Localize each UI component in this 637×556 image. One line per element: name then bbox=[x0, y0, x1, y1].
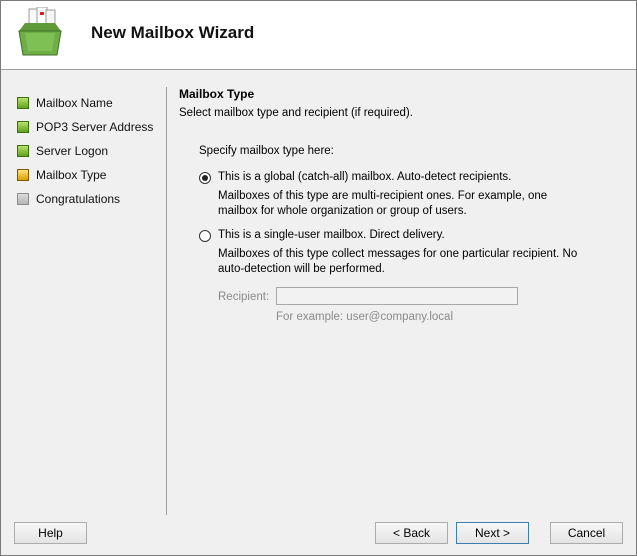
wizard-steps: Mailbox Name POP3 Server Address Server … bbox=[17, 91, 153, 211]
step-done-icon bbox=[17, 121, 29, 133]
cancel-button[interactable]: Cancel bbox=[550, 522, 623, 544]
wizard-header: New Mailbox Wizard bbox=[1, 1, 636, 70]
recipient-label: Recipient: bbox=[218, 291, 270, 303]
specify-label: Specify mailbox type here: bbox=[199, 145, 334, 157]
step-label: Mailbox Name bbox=[36, 96, 113, 110]
global-mailbox-label[interactable]: This is a global (catch-all) mailbox. Au… bbox=[218, 171, 511, 183]
step-label: Server Logon bbox=[36, 144, 109, 158]
single-user-mailbox-description: Mailboxes of this type collect messages … bbox=[218, 248, 578, 275]
step-current-icon bbox=[17, 169, 29, 181]
recipient-input[interactable] bbox=[276, 287, 518, 305]
wizard-title: New Mailbox Wizard bbox=[91, 23, 255, 42]
step-mailbox-name: Mailbox Name bbox=[17, 91, 153, 115]
step-done-icon bbox=[17, 97, 29, 109]
global-mailbox-radio[interactable] bbox=[199, 172, 211, 184]
section-title: Mailbox Type bbox=[179, 87, 255, 101]
sidebar-divider bbox=[166, 87, 167, 515]
back-button[interactable]: < Back bbox=[375, 522, 448, 544]
mailbox-wizard-icon bbox=[18, 7, 62, 56]
single-user-mailbox-label[interactable]: This is a single-user mailbox. Direct de… bbox=[218, 229, 445, 241]
step-congratulations: Congratulations bbox=[17, 187, 153, 211]
step-pop3-server-address: POP3 Server Address bbox=[17, 115, 153, 139]
step-label: POP3 Server Address bbox=[36, 120, 154, 134]
step-server-logon: Server Logon bbox=[17, 139, 153, 163]
wizard-window: New Mailbox Wizard Mailbox Name POP3 Ser… bbox=[0, 0, 637, 556]
global-mailbox-description: Mailboxes of this type are multi-recipie… bbox=[218, 190, 548, 217]
step-pending-icon bbox=[17, 193, 29, 205]
step-done-icon bbox=[17, 145, 29, 157]
step-label: Congratulations bbox=[36, 192, 121, 206]
step-label: Mailbox Type bbox=[36, 168, 107, 182]
single-user-mailbox-radio[interactable] bbox=[199, 230, 211, 242]
recipient-hint: For example: user@company.local bbox=[276, 311, 454, 323]
step-mailbox-type: Mailbox Type bbox=[17, 163, 153, 187]
help-button[interactable]: Help bbox=[14, 522, 87, 544]
next-button[interactable]: Next > bbox=[456, 522, 529, 544]
section-subtitle: Select mailbox type and recipient (if re… bbox=[179, 107, 413, 119]
